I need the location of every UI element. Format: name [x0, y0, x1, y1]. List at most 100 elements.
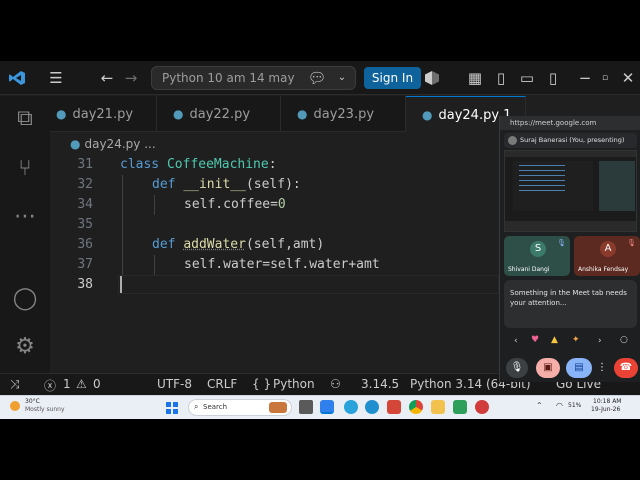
- copilot-icon[interactable]: [425, 71, 439, 85]
- code-line-31: class CoffeeMachine:: [120, 157, 277, 172]
- mic-muted-icon: 🎙︎: [557, 239, 566, 247]
- remote-icon[interactable]: ⤨: [10, 377, 20, 392]
- account-icon[interactable]: ◯: [8, 282, 42, 316]
- toggle-sidebar-icon[interactable]: ▯: [490, 61, 512, 95]
- chevron-left-icon[interactable]: ‹: [514, 336, 518, 346]
- breadcrumb-file: day24.py: [84, 137, 141, 151]
- chrome-icon[interactable]: [409, 400, 423, 414]
- telegram-icon[interactable]: [344, 400, 358, 414]
- menu-icon[interactable]: ☰: [45, 61, 67, 95]
- vscode-taskbar-icon[interactable]: [320, 400, 334, 414]
- tab-day23[interactable]: ● day23.py: [281, 96, 406, 132]
- line-ending[interactable]: CRLF: [207, 377, 237, 391]
- weather-sun-icon[interactable]: [10, 401, 20, 411]
- activity-bar: ⧉ ⑂ ⋯ ◯ ⚙: [0, 96, 50, 373]
- python-file-icon: ●: [173, 107, 184, 121]
- indent-guide: [154, 195, 155, 215]
- code-line-34: self.coffee=0: [184, 197, 286, 212]
- heart-reaction-icon[interactable]: ♥: [531, 335, 539, 345]
- copilot-chat-icon[interactable]: 💬︎: [306, 61, 328, 95]
- meet-attention-notice[interactable]: Something in the Meet tab needs your att…: [504, 280, 637, 328]
- weather-temp: 30°C: [25, 398, 40, 405]
- chevron-right-icon[interactable]: ›: [598, 336, 602, 346]
- code-line-36: def addWater(self,amt): [152, 237, 325, 252]
- extensions-icon[interactable]: ⚇: [330, 377, 341, 391]
- more-options-button[interactable]: ⋮: [596, 358, 608, 378]
- minimize-icon[interactable]: −: [574, 61, 596, 95]
- python-file-icon: ●: [422, 108, 433, 122]
- preview-code-lines: [519, 165, 565, 195]
- line-number: 35: [77, 217, 93, 232]
- python-file-icon: ●: [297, 107, 308, 121]
- green-app-icon[interactable]: [453, 400, 467, 414]
- gmail-icon[interactable]: [387, 400, 401, 414]
- participant-tile[interactable]: S Shivani Dangi 🎙︎: [504, 236, 570, 276]
- source-control-icon[interactable]: ⑂: [8, 152, 42, 186]
- maximize-icon[interactable]: ▫: [594, 61, 616, 95]
- warning-icon[interactable]: ⚠: [76, 377, 87, 391]
- tray-chevron-icon[interactable]: ⌃: [536, 401, 543, 410]
- more-views-icon[interactable]: ⋯: [8, 200, 42, 234]
- language-mode[interactable]: Python: [273, 377, 315, 391]
- reactions-bar[interactable]: ‹ ♥ ▲ ✦ › ○: [504, 334, 637, 350]
- chevron-down-icon[interactable]: ⌄: [331, 61, 353, 95]
- close-window-icon[interactable]: ✕: [617, 61, 639, 95]
- clock-time[interactable]: 10:18 AM: [593, 398, 621, 405]
- settings-gear-icon[interactable]: ⚙: [8, 330, 42, 364]
- hand-raise-icon[interactable]: ○: [620, 335, 628, 345]
- warning-count[interactable]: 0: [93, 377, 101, 391]
- red-app-icon[interactable]: [475, 400, 489, 414]
- mic-button[interactable]: 🎙︎: [506, 358, 528, 378]
- meet-floating-window[interactable]: https://meet.google.com Suraj Banerasi (…: [499, 116, 640, 382]
- line-number: 34: [77, 197, 93, 212]
- indent-guide: [154, 255, 155, 275]
- weather-desc: Mostly sunny: [25, 406, 65, 413]
- participant-tile[interactable]: A Anshika Fendsay 🎙︎: [574, 236, 640, 276]
- task-view-icon[interactable]: [299, 400, 313, 414]
- presenter-avatar: [508, 136, 517, 145]
- camera-off-button[interactable]: ▣: [536, 358, 560, 378]
- python-version[interactable]: 3.14.5: [361, 377, 399, 391]
- windows-taskbar: 30°C Mostly sunny ⌕ Search ⌃ ◠ 51% 10:18…: [0, 395, 640, 419]
- party-reaction-icon[interactable]: ✦: [572, 335, 580, 345]
- breadcrumb[interactable]: ● day24.py ...: [70, 137, 156, 151]
- participant-avatar: A: [600, 241, 616, 257]
- encoding[interactable]: UTF-8: [157, 377, 192, 391]
- presenter-label: Suraj Banerasi (You, presenting): [504, 133, 637, 148]
- line-number: 32: [77, 177, 93, 192]
- forward-arrow-icon[interactable]: →: [120, 61, 142, 95]
- battery-percent[interactable]: 51%: [568, 402, 581, 409]
- wifi-icon[interactable]: ◠: [556, 401, 563, 410]
- taskbar-search-box[interactable]: ⌕ Search: [188, 399, 292, 416]
- participant-avatar: S: [530, 241, 546, 257]
- taskbar-search-placeholder: Search: [203, 403, 228, 411]
- error-icon[interactable]: ⓧ: [44, 377, 56, 394]
- toggle-secondary-sidebar-icon[interactable]: ▯: [542, 61, 564, 95]
- tab-label: day23.py: [313, 107, 375, 122]
- end-call-button[interactable]: ☎: [614, 358, 638, 378]
- preview-side-panel: [599, 161, 635, 211]
- participant-name: Shivani Dangi: [508, 266, 550, 273]
- tab-day21[interactable]: ● day21.py: [50, 96, 157, 132]
- back-arrow-icon[interactable]: ←: [96, 61, 118, 95]
- language-braces[interactable]: { }: [252, 377, 271, 391]
- windows-start-icon[interactable]: [166, 402, 178, 414]
- clock-date[interactable]: 19-Jun-26: [591, 406, 620, 413]
- meet-url-bar[interactable]: https://meet.google.com: [500, 116, 640, 130]
- mic-muted-icon: 🎙︎: [627, 239, 636, 247]
- thumbs-up-reaction-icon[interactable]: ▲: [551, 335, 558, 345]
- error-count[interactable]: 1: [63, 377, 71, 391]
- preview-titlebar: [505, 151, 636, 157]
- sign-in-button[interactable]: Sign In: [364, 67, 421, 89]
- explorer-icon[interactable]: ⧉: [8, 102, 42, 136]
- indent-guide: [122, 175, 123, 275]
- toggle-panel-icon[interactable]: ▭: [516, 61, 538, 95]
- preview-status-bar: [505, 221, 636, 231]
- search-highlight-icon: [269, 402, 287, 413]
- tab-day22[interactable]: ● day22.py: [157, 96, 281, 132]
- present-screen-button[interactable]: ▤: [566, 358, 592, 378]
- edge-icon[interactable]: [365, 400, 379, 414]
- layout-customize-icon[interactable]: ▦: [464, 61, 486, 95]
- participant-name: Anshika Fendsay: [578, 266, 629, 273]
- file-explorer-icon[interactable]: [431, 400, 445, 414]
